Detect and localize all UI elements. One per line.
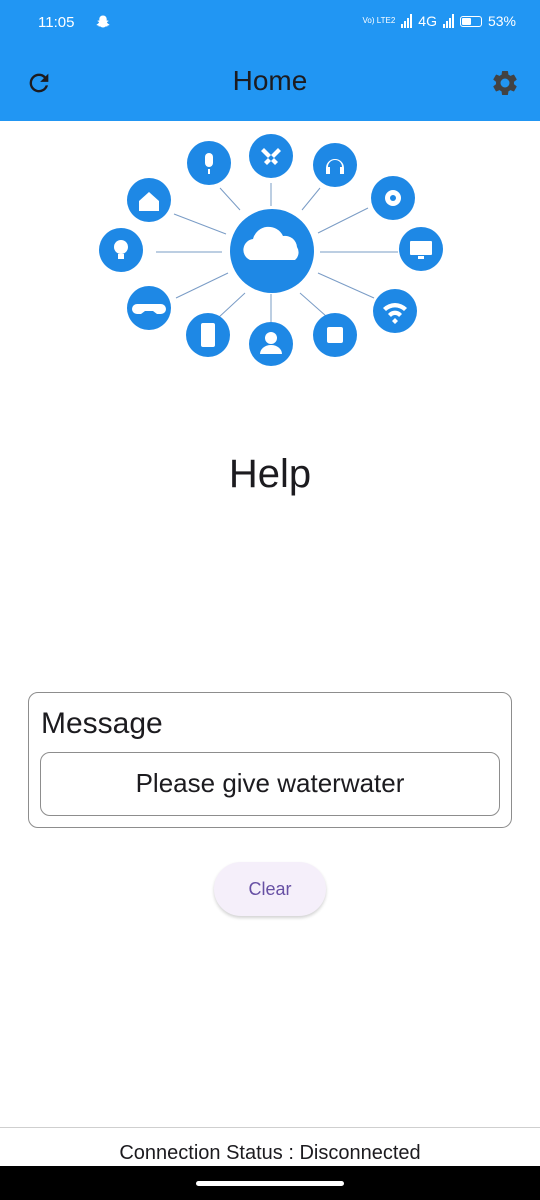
system-nav-bar [0, 1166, 540, 1200]
status-time: 11:05 [38, 14, 75, 31]
battery-fill [461, 17, 471, 25]
signal-icon-2 [442, 14, 454, 28]
snapchat-icon [96, 15, 110, 28]
clear-button[interactable]: Clear [214, 862, 326, 916]
signal-icon [401, 14, 413, 28]
page-heading: Help [228, 452, 312, 496]
battery-percent: 53% [487, 13, 516, 29]
status-bar: 11:05 Vo) LTE2 4G 53% [0, 0, 540, 46]
home-gesture-handle[interactable] [196, 1181, 344, 1186]
message-card: Message Please give waterwater [28, 692, 512, 828]
battery-icon [459, 15, 482, 27]
message-label: Message [41, 707, 163, 740]
footer-divider [0, 1127, 540, 1128]
app-bar: Home [0, 46, 540, 121]
status-icons: Vo) LTE2 4G 53% [363, 13, 516, 29]
network-type: 4G [418, 13, 437, 29]
iot-hero-illustration [99, 134, 443, 366]
connection-status: Connection Status : Disconnected [119, 1142, 421, 1164]
app-title: Home [232, 65, 308, 96]
settings-gear-icon[interactable] [490, 68, 520, 98]
message-field[interactable]: Please give waterwater [40, 752, 500, 816]
volte-indicator: Vo) LTE2 [362, 16, 396, 25]
